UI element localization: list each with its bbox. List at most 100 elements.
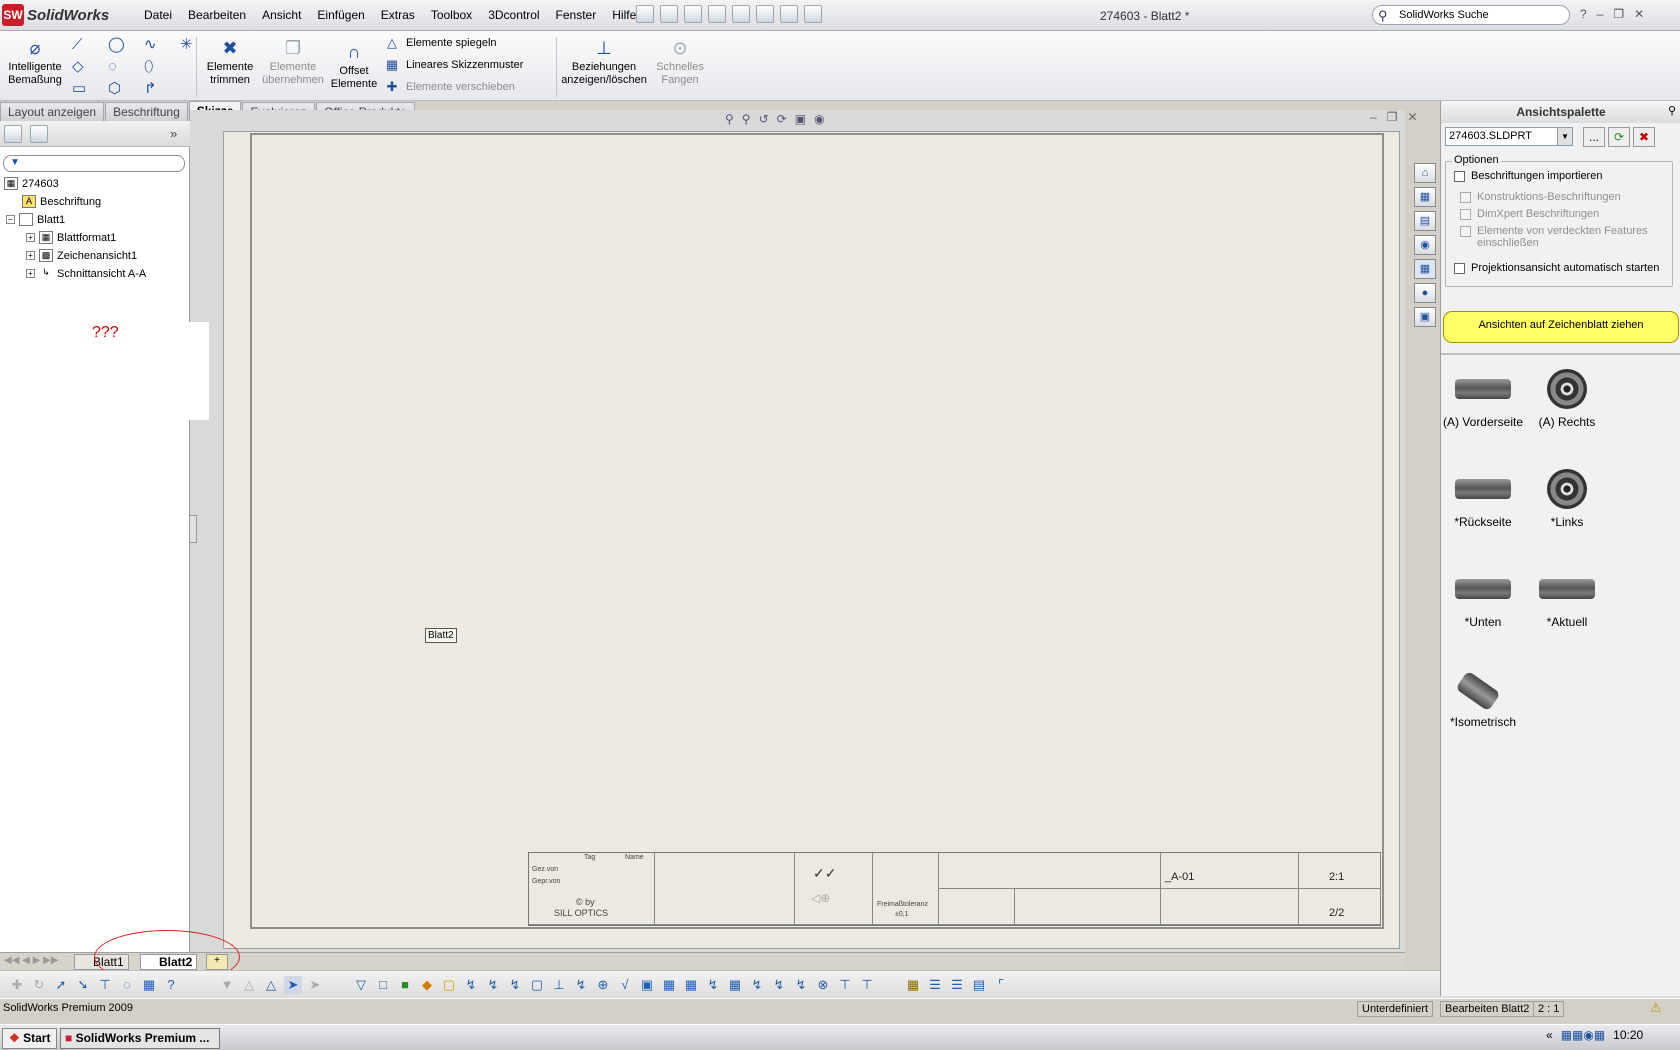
- filter-balloons-icon[interactable]: ▢: [440, 976, 458, 994]
- tree-item-drawing-view[interactable]: + ▩ Zeichenansicht1: [26, 249, 137, 262]
- menu-datei[interactable]: Datei: [136, 6, 180, 26]
- rebuild-icon[interactable]: ⚠: [1650, 1000, 1662, 1016]
- tree-item-section-view[interactable]: + ↳ Schnittansicht A-A: [26, 267, 146, 280]
- line-end-icon[interactable]: ⌜: [992, 976, 1010, 994]
- filter-faces-icon[interactable]: ▽: [352, 976, 370, 994]
- arrow-tool-icon[interactable]: ➘: [74, 976, 92, 994]
- filter-dowel-icon[interactable]: ⊗: [814, 976, 832, 994]
- rebuild-traffic-light-icon[interactable]: [780, 5, 798, 23]
- checkbox-box[interactable]: [1460, 209, 1471, 220]
- tree-item-sheet-format[interactable]: + ▦ Blattformat1: [26, 231, 116, 244]
- view-right[interactable]: (A) Rechts: [1525, 369, 1609, 429]
- search-box[interactable]: ⚲ SolidWorks Suche: [1372, 5, 1570, 25]
- task-pane-library-icon[interactable]: ▦: [1414, 187, 1436, 207]
- tree-filter-input[interactable]: ▼: [3, 155, 185, 172]
- filter-route-icon[interactable]: ↯: [748, 976, 766, 994]
- tray-app-icons[interactable]: ▦▦◉▦: [1561, 1028, 1605, 1042]
- quick-snaps-button[interactable]: ⊙ Schnelles Fangen: [650, 35, 710, 87]
- menu-fenster[interactable]: Fenster: [548, 6, 605, 26]
- filter-blocks-icon[interactable]: ▦: [682, 976, 700, 994]
- filter-sketch-icon[interactable]: ▢: [528, 976, 546, 994]
- design-annotations-checkbox[interactable]: Konstruktions-Beschriftungen: [1460, 191, 1621, 203]
- expand-panel-icon[interactable]: »: [170, 126, 177, 141]
- solidworks-logo[interactable]: SW SolidWorks: [2, 3, 124, 27]
- view-current[interactable]: *Aktuell: [1525, 569, 1609, 629]
- spline-icon[interactable]: ∿: [144, 34, 180, 56]
- panel-splitter-handle[interactable]: [189, 515, 197, 543]
- checkbox-box[interactable]: [1454, 263, 1465, 274]
- select-icon[interactable]: ➤: [284, 975, 302, 994]
- offset-entities-button[interactable]: ∩ Offset Elemente: [328, 39, 380, 91]
- task-pane-search-icon[interactable]: ◉: [1414, 235, 1436, 255]
- line-thickness-icon[interactable]: ☰: [948, 976, 966, 994]
- start-button[interactable]: ❖ Start: [2, 1028, 58, 1049]
- filter-points-icon[interactable]: ⊥: [550, 976, 568, 994]
- convert-entities-button[interactable]: ❐ Elemente übernehmen: [262, 35, 324, 87]
- search-input[interactable]: SolidWorks Suche: [1399, 9, 1489, 21]
- smart-dimension-button[interactable]: ⌀ Intelligente Bemaßung: [4, 35, 66, 87]
- hide-show-icon[interactable]: ◉: [814, 112, 824, 126]
- rectangle-icon[interactable]: ◇: [72, 56, 108, 78]
- filter-views-icon[interactable]: ▣: [638, 976, 656, 994]
- filter-holes-icon[interactable]: ↯: [704, 976, 722, 994]
- expand-icon[interactable]: +: [26, 269, 35, 278]
- zoom-to-fit-icon[interactable]: ⚲: [725, 112, 734, 126]
- collapse-icon[interactable]: −: [6, 215, 15, 224]
- display-style-icon[interactable]: ▣: [795, 112, 806, 126]
- line-style-icon[interactable]: ▤: [970, 976, 988, 994]
- clear-icon[interactable]: ✖: [1633, 127, 1655, 147]
- line-icon[interactable]: ⟋: [72, 34, 108, 56]
- palette-divider[interactable]: [1441, 353, 1680, 355]
- filter-surface-finish-icon[interactable]: √: [616, 976, 634, 994]
- menu-toolbox[interactable]: Toolbox: [423, 6, 480, 26]
- tab-layout[interactable]: Layout anzeigen: [0, 102, 105, 121]
- filter-weld-icon[interactable]: ↯: [572, 976, 590, 994]
- checkbox-box[interactable]: [1460, 192, 1471, 203]
- restore-icon[interactable]: ❐: [1613, 7, 1624, 21]
- task-pane-custom-properties-icon[interactable]: ▣: [1414, 307, 1436, 327]
- task-pane-explorer-icon[interactable]: ▤: [1414, 211, 1436, 231]
- tab-annotation[interactable]: Beschriftung: [105, 102, 188, 121]
- new-document-icon[interactable]: [636, 5, 654, 23]
- help-icon[interactable]: ?: [1580, 7, 1587, 21]
- rotate-icon[interactable]: ⟳: [777, 112, 787, 126]
- layer-icon[interactable]: ▦: [904, 976, 922, 994]
- select-pointer-icon[interactable]: [756, 5, 774, 23]
- filter-datums-icon[interactable]: ↯: [462, 976, 480, 994]
- import-annotations-checkbox[interactable]: Beschriftungen importieren: [1454, 170, 1602, 182]
- select-chain-icon[interactable]: ➤: [306, 976, 324, 994]
- menu-ansicht[interactable]: Ansicht: [254, 6, 309, 26]
- refresh-icon[interactable]: ⟳: [1608, 127, 1630, 147]
- dimxpert-annotations-checkbox[interactable]: DimXpert Beschriftungen: [1460, 208, 1599, 220]
- checkbox-box[interactable]: [1460, 226, 1471, 237]
- expand-icon[interactable]: +: [26, 251, 35, 260]
- chevron-down-icon[interactable]: ▼: [1557, 128, 1572, 145]
- view-back[interactable]: *Rückseite: [1441, 469, 1525, 529]
- view-isometric[interactable]: *Isometrisch: [1441, 669, 1525, 729]
- sheet-name-label[interactable]: Blatt2: [425, 628, 457, 643]
- arc-icon[interactable]: ◌: [108, 56, 144, 78]
- hatch-icon[interactable]: ▦: [140, 976, 158, 994]
- taskbar-item-solidworks[interactable]: ■ SolidWorks Premium ...: [60, 1028, 220, 1049]
- filter-axes-icon[interactable]: ↯: [484, 976, 502, 994]
- circle-icon[interactable]: ◯: [108, 34, 144, 56]
- slot-icon[interactable]: ▭: [72, 78, 108, 100]
- task-pane-home-icon[interactable]: ⌂: [1414, 163, 1436, 183]
- pin-icon[interactable]: ⚲: [1668, 104, 1676, 117]
- close-icon[interactable]: ✕: [1634, 7, 1644, 21]
- filter-vertex-icon[interactable]: △: [240, 976, 258, 994]
- options-icon[interactable]: [804, 5, 822, 23]
- mirror-entities-button[interactable]: △ Elemente spiegeln: [384, 35, 497, 51]
- view-bottom[interactable]: *Unten: [1441, 569, 1525, 629]
- line-color-icon[interactable]: ☰: [926, 976, 944, 994]
- filter-connection-icon[interactable]: ↯: [770, 976, 788, 994]
- property-manager-tab-icon[interactable]: [30, 125, 48, 143]
- filter-notes-icon[interactable]: ◆: [418, 976, 436, 994]
- expand-icon[interactable]: +: [26, 233, 35, 242]
- filter-centerline-icon[interactable]: ↯: [792, 976, 810, 994]
- filter-tables-icon[interactable]: ▦: [660, 976, 678, 994]
- datum-icon[interactable]: ⊤: [96, 976, 114, 994]
- filter-dims-icon[interactable]: □: [374, 976, 392, 994]
- tree-item-root[interactable]: ▦ 274603: [4, 177, 59, 190]
- arc-tool-icon[interactable]: ◌: [118, 976, 136, 994]
